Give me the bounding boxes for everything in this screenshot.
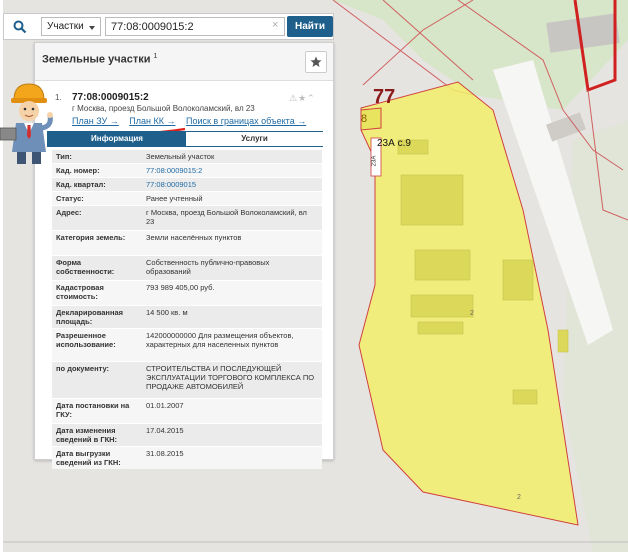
parcel-number-label: 2	[517, 494, 521, 501]
attribute-row: Дата изменения сведений в ГКН: 17.04.2015	[52, 424, 322, 446]
attribute-key: Форма собственности:	[56, 258, 115, 276]
attribute-row: Категория земель: Земли населённых пункто…	[52, 231, 322, 255]
close-icon[interactable]: ×	[272, 19, 278, 31]
attribute-key: Кадастровая стоимость:	[56, 283, 104, 301]
attribute-row: Тип: Земельный участок	[52, 150, 322, 163]
attribute-key: Кад. номер:	[56, 166, 100, 175]
search-icon[interactable]	[4, 14, 36, 39]
parcel-label-8: 8	[361, 113, 368, 125]
attribute-row: Статус: Ранее учтенный	[52, 192, 322, 205]
search-in-bounds-link[interactable]: Поиск в границах объекта →	[186, 116, 306, 126]
attribute-value: 17.04.2015	[146, 426, 184, 435]
attribute-value: 142000000000 Для размещения объектов, ха…	[146, 331, 294, 349]
attribute-row: Дата постановки на ГКУ: 01.01.2007	[52, 399, 322, 423]
attribute-row: по документу: СТРОИТЕЛЬСТВА И ПОСЛЕДУЮЩЕЙ…	[52, 362, 322, 398]
attribute-row: Форма собственности: Собственность публич…	[52, 256, 322, 280]
attribute-key: Кад. квартал:	[56, 180, 106, 189]
result-cadastral-number[interactable]: 77:08:0009015:2	[72, 92, 149, 103]
attribute-key: Категория земель:	[56, 233, 126, 242]
attribute-key: Дата выгрузки сведений из ГКН:	[56, 449, 121, 467]
attribute-key: Разрешенное использование:	[56, 331, 116, 349]
panel-title: Земельные участки 1	[42, 53, 158, 66]
attribute-key: Тип:	[56, 152, 72, 161]
engineer-mascot	[0, 78, 58, 166]
search-input[interactable]: 77:08:0009015:2	[105, 17, 285, 36]
result-address: г Москва, проезд Большой Волоколамский, …	[72, 104, 255, 113]
district-label: 77	[373, 86, 396, 108]
parcel-info-panel: Земельные участки 1 1. 77:08:0009015:2 г…	[34, 42, 334, 469]
star-icon	[310, 56, 322, 67]
attribute-value: 01.01.2007	[146, 401, 184, 410]
attribute-value[interactable]: 77:08:0009015:2	[146, 166, 316, 175]
tab-information[interactable]: Информация	[48, 132, 186, 146]
search-type-select[interactable]: Участки	[41, 17, 101, 36]
find-button[interactable]: Найти	[287, 16, 333, 37]
plan-zu-link[interactable]: План ЗУ →	[72, 116, 119, 126]
attribute-row: Кад. номер: 77:08:0009015:2	[52, 164, 322, 177]
search-type-label: Участки	[47, 21, 84, 32]
plan-kk-link[interactable]: План КК →	[129, 116, 175, 126]
star-icon[interactable]: ★	[298, 93, 307, 103]
attribute-row: Декларированная площадь: 14 500 кв. м	[52, 306, 322, 328]
attribute-key: по документу:	[56, 364, 110, 373]
attribute-value: СТРОИТЕЛЬСТВА И ПОСЛЕДУЮЩЕЙ ЭКСПЛУАТАЦИИ…	[146, 364, 315, 391]
warning-icon[interactable]: ⚠	[289, 93, 298, 103]
attribute-row: Разрешенное использование: 142000000000 Д…	[52, 329, 322, 361]
parcel-number-label: 2	[470, 310, 474, 317]
attribute-value: Земельный участок	[146, 152, 215, 161]
building-label: 23А с.9	[377, 138, 411, 149]
attribute-value: 31.08.2015	[146, 449, 184, 458]
attribute-row: Дата выгрузки сведений из ГКН: 31.08.2015	[52, 447, 322, 469]
favorite-button[interactable]	[305, 51, 327, 73]
attribute-value: Собственность публично-правовых образова…	[146, 258, 270, 276]
attribute-value: 793 989 405,00 руб.	[146, 283, 215, 292]
result-actions: ⚠★⌃	[289, 93, 316, 104]
panel-header: Земельные участки 1	[35, 43, 333, 81]
attribute-value[interactable]: 77:08:0009015	[146, 180, 316, 189]
chevron-up-icon[interactable]: ⌃	[307, 93, 316, 103]
attribute-value: Земли населённых пунктов	[146, 233, 242, 242]
attribute-key: Дата постановки на ГКУ:	[56, 401, 130, 419]
search-bar: Участки 77:08:0009015:2 × Найти	[3, 13, 334, 40]
attribute-value: г Москва, проезд Большой Волоколамский, …	[146, 208, 307, 226]
attribute-key: Статус:	[56, 194, 84, 203]
chevron-down-icon	[89, 26, 95, 30]
result-links: План ЗУ → План КК → Поиск в границах объ…	[72, 116, 332, 126]
attribute-value: Ранее учтенный	[146, 194, 203, 203]
attribute-row: Адрес: г Москва, проезд Большой Волоколам…	[52, 206, 322, 230]
attribute-key: Адрес:	[56, 208, 82, 217]
attribute-key: Декларированная площадь:	[56, 308, 124, 326]
building-vertical-label: 23А	[371, 155, 378, 167]
attribute-row: Кадастровая стоимость: 793 989 405,00 руб…	[52, 281, 322, 305]
attribute-key: Дата изменения сведений в ГКН:	[56, 426, 118, 444]
attribute-row: Кад. квартал: 77:08:0009015	[52, 178, 322, 191]
attribute-value: 14 500 кв. м	[146, 308, 188, 317]
tab-services[interactable]: Услуги	[186, 132, 323, 146]
tab-bar: Информация Услуги	[47, 131, 323, 147]
